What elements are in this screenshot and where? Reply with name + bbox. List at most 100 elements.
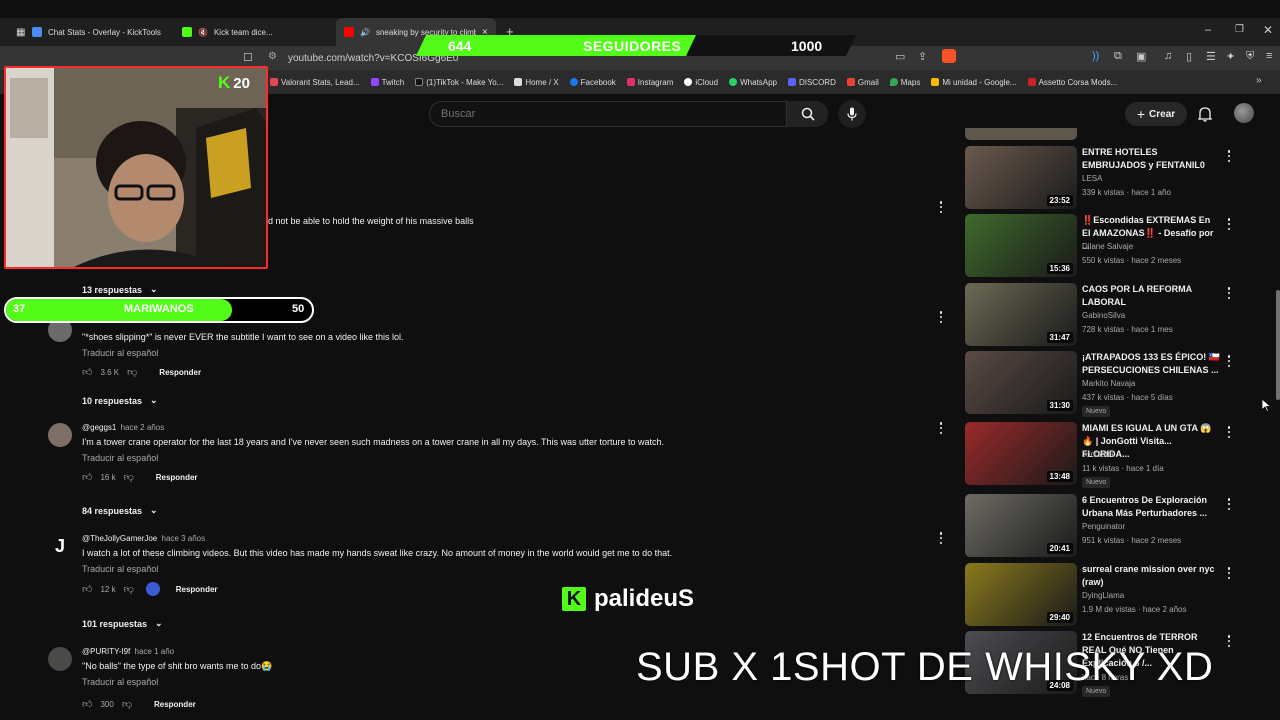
video-thumbnail[interactable]: 23:52 bbox=[965, 146, 1077, 209]
video-thumbnail[interactable]: 31:47 bbox=[965, 283, 1077, 346]
video-channel[interactable]: Penguinator bbox=[1082, 522, 1125, 531]
bookmarks-overflow-icon[interactable]: » bbox=[1256, 75, 1262, 86]
comment-author[interactable]: @geggs1 bbox=[82, 423, 116, 432]
video-title[interactable]: 6 Encuentros De Exploración Urbana Más P… bbox=[1082, 494, 1220, 520]
create-button[interactable]: + Crear bbox=[1125, 102, 1187, 126]
related-video-item[interactable]: 31:30 ¡ATRAPADOS 133 ES ÉPICO! 🇨🇱 PERSECU… bbox=[965, 351, 1265, 417]
vpn-icon[interactable]: ⛨ bbox=[1246, 50, 1254, 63]
comment-time[interactable]: hace 3 años bbox=[162, 534, 206, 543]
search-input[interactable] bbox=[441, 108, 761, 120]
related-video-item[interactable]: 23:52 ENTRE HOTELES EMBRUJADOS y FENTANIL… bbox=[965, 146, 1265, 210]
like-icon[interactable]: 👍︎ bbox=[82, 583, 92, 595]
video-channel[interactable]: GabinoSilva bbox=[1082, 311, 1125, 320]
audio-wave-icon[interactable]: )) bbox=[1092, 50, 1099, 62]
commenter-avatar[interactable]: J bbox=[48, 534, 72, 558]
video-thumbnail[interactable]: 31:30 bbox=[965, 351, 1077, 414]
video-thumbnail[interactable]: 15:36 bbox=[965, 214, 1077, 277]
bookmark-facebook[interactable]: Facebook bbox=[569, 78, 616, 87]
video-title[interactable]: surreal crane mission over nyc (raw) bbox=[1082, 563, 1220, 589]
video-title[interactable]: ENTRE HOTELES EMBRUJADOS y FENTANIL0 bbox=[1082, 146, 1220, 172]
replies-toggle[interactable]: 13 respuestas ⌄ bbox=[82, 284, 158, 295]
commenter-avatar[interactable] bbox=[48, 423, 72, 447]
bookmark-x[interactable]: Home / X bbox=[514, 78, 559, 87]
video-options-icon[interactable] bbox=[1227, 498, 1231, 510]
video-options-icon[interactable] bbox=[1227, 287, 1231, 299]
bookmark-assetto[interactable]: Assetto Corsa Mods... bbox=[1027, 78, 1117, 87]
replies-toggle[interactable]: 101 respuestas ⌄ bbox=[82, 618, 163, 629]
dislike-icon[interactable]: 👎︎ bbox=[122, 698, 132, 710]
comment-time[interactable]: hace 1 año bbox=[135, 647, 175, 656]
comment-author[interactable]: @TheJollyGamerJoe bbox=[82, 534, 157, 543]
video-thumbnail[interactable]: 13:48 bbox=[965, 422, 1077, 485]
tab-chat-stats[interactable]: Chat Stats - Overlay - KickTools bbox=[24, 18, 174, 46]
wallet-icon[interactable]: ▣ bbox=[1136, 50, 1146, 63]
account-avatar[interactable] bbox=[1234, 103, 1254, 123]
minimize-icon[interactable]: – bbox=[1205, 24, 1211, 36]
search-button[interactable] bbox=[786, 101, 828, 127]
bookmark-icon[interactable]: ☐ bbox=[243, 51, 253, 64]
bookmark-instagram[interactable]: Instagram bbox=[626, 78, 673, 87]
video-channel[interactable]: DyingLlama bbox=[1082, 591, 1124, 600]
translate-link[interactable]: Traducir al español bbox=[82, 348, 158, 358]
share-icon[interactable]: ⇪ bbox=[918, 50, 927, 63]
video-title[interactable]: ¡ATRAPADOS 133 ES ÉPICO! 🇨🇱 PERSECUCIONE… bbox=[1082, 351, 1220, 377]
dislike-icon[interactable]: 👎︎ bbox=[127, 366, 137, 378]
related-video-item[interactable]: 29:40 surreal crane mission over nyc (raw… bbox=[965, 563, 1265, 627]
reply-button[interactable]: Responder bbox=[156, 473, 198, 482]
translate-link[interactable]: Traducir al español bbox=[82, 677, 158, 687]
brave-shield-icon[interactable] bbox=[942, 49, 956, 63]
bookmark-twitch[interactable]: Twitch bbox=[370, 78, 404, 87]
dislike-icon[interactable]: 👎︎ bbox=[124, 583, 134, 595]
bookmark-maps[interactable]: Maps bbox=[889, 78, 920, 87]
replies-toggle[interactable]: 10 respuestas ⌄ bbox=[82, 395, 158, 406]
related-video-item[interactable]: 20:41 6 Encuentros De Exploración Urbana … bbox=[965, 494, 1265, 558]
like-icon[interactable]: 👍︎ bbox=[82, 698, 92, 710]
reply-button[interactable]: Responder bbox=[159, 368, 201, 377]
replies-toggle[interactable]: 84 respuestas ⌄ bbox=[82, 505, 158, 516]
translate-link[interactable]: Traducir al español bbox=[82, 564, 158, 574]
tab-kick-team[interactable]: 🔇 Kick team dice... bbox=[174, 18, 334, 46]
video-options-icon[interactable] bbox=[1227, 426, 1231, 438]
commenter-avatar[interactable] bbox=[48, 647, 72, 671]
menu-icon[interactable]: ≡ bbox=[1266, 50, 1272, 62]
video-thumbnail[interactable]: 20:41 bbox=[965, 494, 1077, 557]
related-video-item[interactable]: 15:36 ‼️Escondidas EXTREMAS En El AMAZONA… bbox=[965, 214, 1265, 278]
video-options-icon[interactable] bbox=[1227, 635, 1231, 647]
music-icon[interactable]: ♫ bbox=[1164, 50, 1172, 62]
bookmark-discord[interactable]: DISCORD bbox=[787, 78, 836, 87]
like-icon[interactable]: 👍︎ bbox=[82, 471, 92, 483]
bookmark-drive[interactable]: Mi unidad - Google... bbox=[931, 78, 1017, 87]
comment-time[interactable]: hace 2 años bbox=[121, 423, 165, 432]
cast-icon[interactable]: ▭ bbox=[895, 50, 905, 63]
reply-button[interactable]: Responder bbox=[154, 700, 196, 709]
bookmark-tiktok[interactable]: (1)TikTok - Make Yo... bbox=[415, 78, 503, 87]
scrollbar[interactable] bbox=[1276, 290, 1280, 400]
extensions-icon[interactable]: ⧉ bbox=[1114, 50, 1122, 63]
comment-options-icon[interactable] bbox=[939, 532, 943, 544]
related-video-item[interactable]: 13:48 MIAMI ES IGUAL A UN GTA 😱🔥 | JonGot… bbox=[965, 422, 1265, 488]
site-info-icon[interactable]: ⚙ bbox=[268, 51, 277, 62]
close-window-icon[interactable]: ✕ bbox=[1263, 23, 1273, 37]
notifications-bell-icon[interactable] bbox=[1198, 106, 1212, 122]
video-channel[interactable]: LESA bbox=[1082, 174, 1102, 183]
video-channel[interactable]: Markito Navaja bbox=[1082, 379, 1135, 388]
reply-button[interactable]: Responder bbox=[176, 585, 218, 594]
bookmark-gmail[interactable]: Gmail bbox=[846, 78, 879, 87]
bookmark-valorant[interactable]: Valorant Stats, Lead... bbox=[270, 78, 360, 87]
maximize-icon[interactable]: ❐ bbox=[1235, 24, 1244, 35]
video-options-icon[interactable] bbox=[1227, 150, 1231, 162]
reader-icon[interactable]: ☰ bbox=[1206, 50, 1216, 63]
dislike-icon[interactable]: 👎︎ bbox=[124, 471, 134, 483]
video-options-icon[interactable] bbox=[1227, 355, 1231, 367]
comment-author[interactable]: @PURITY-I9f bbox=[82, 647, 130, 656]
leo-ai-icon[interactable]: ✦ bbox=[1226, 50, 1235, 63]
translate-link[interactable]: Traducir al español bbox=[82, 453, 158, 463]
bookmark-whatsapp[interactable]: WhatsApp bbox=[729, 78, 777, 87]
comment-options-icon[interactable] bbox=[939, 201, 943, 213]
bookmark-icloud[interactable]: iCloud bbox=[684, 78, 718, 87]
video-options-icon[interactable] bbox=[1227, 218, 1231, 230]
video-channel[interactable]: JonGottii bbox=[1082, 450, 1114, 459]
comment-options-icon[interactable] bbox=[939, 311, 943, 323]
video-title[interactable]: CAOS POR LA REFORMA LABORAL bbox=[1082, 283, 1220, 309]
comment-options-icon[interactable] bbox=[939, 422, 943, 434]
